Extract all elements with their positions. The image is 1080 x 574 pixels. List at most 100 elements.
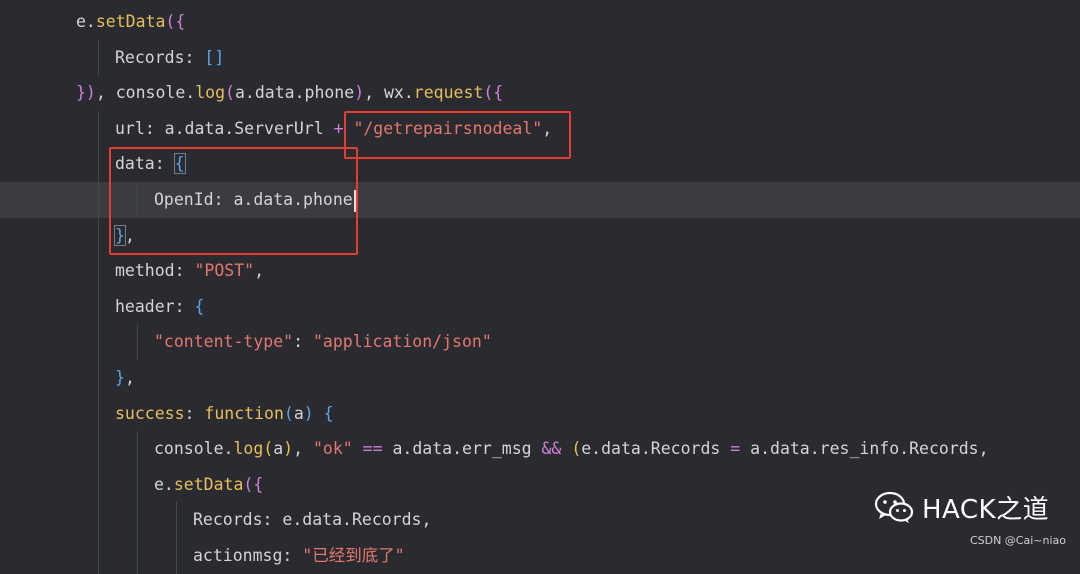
code-token: : [293, 332, 313, 352]
code-token: [] [204, 47, 225, 67]
csdn-credit: CSDN @Cai~niao [969, 534, 1066, 547]
code-token: }) [76, 83, 96, 103]
code-text: Records: e.data.Records, [193, 502, 431, 538]
code-token: "content-type" [154, 332, 294, 352]
code-token: a.data.res_info.Records, [740, 439, 989, 459]
code-token: { [323, 403, 334, 423]
code-token: } [115, 368, 125, 387]
code-token: "ok" [312, 439, 353, 459]
code-token: log [233, 439, 264, 459]
code-token: { [194, 296, 205, 316]
code-token: "application/json" [312, 332, 492, 352]
code-token: : e.data.Records, [262, 510, 432, 530]
code-text: e.setData({ [76, 4, 185, 40]
indent-guide [98, 39, 99, 76]
watermark: HACK之道 [874, 486, 1049, 528]
code-token: e. [76, 12, 96, 31]
code-token: ) [354, 83, 365, 103]
indent-guide [98, 253, 99, 290]
code-token: method [115, 261, 175, 281]
code-line[interactable]: method: "POST", [0, 253, 1080, 290]
code-editor[interactable]: e.setData({Records: []}), console.log(a.… [0, 0, 1080, 574]
code-line[interactable]: "content-type": "application/json" [0, 324, 1080, 361]
code-line[interactable]: e.setData({ [0, 4, 1080, 40]
indent-guide [98, 182, 99, 218]
code-token: url [115, 118, 145, 138]
code-token: success [115, 403, 185, 423]
indent-guide [176, 502, 177, 539]
code-text: header: { [115, 289, 204, 325]
code-token: a [273, 439, 284, 459]
code-token: header [115, 296, 175, 316]
indent-guide [98, 217, 99, 254]
code-text: console.log(a), "ok" == a.data.err_msg &… [154, 431, 989, 467]
code-token: a.data.phone [234, 83, 355, 103]
code-token: function [204, 403, 284, 423]
indent-guide [176, 538, 177, 574]
code-token: = [730, 439, 741, 459]
code-token: : [174, 261, 195, 281]
code-text: }), console.log(a.data.phone), wx.reques… [76, 75, 503, 111]
code-token: : [184, 47, 205, 67]
code-token: a [293, 403, 304, 423]
code-line[interactable]: Records: [] [0, 39, 1080, 76]
code-token: : [184, 403, 205, 423]
indent-guide [98, 110, 99, 147]
indent-guide [98, 431, 99, 468]
indent-guide [98, 288, 99, 325]
code-token: ) [303, 403, 314, 423]
code-text: success: function(a) { [115, 396, 334, 432]
code-line[interactable]: }), console.log(a.data.phone), wx.reques… [0, 75, 1080, 111]
code-token: ({ [165, 12, 186, 31]
indent-guide [98, 538, 99, 574]
code-token: ( [225, 83, 235, 103]
code-token: a.data.err_msg [392, 439, 542, 459]
code-token: log [195, 83, 226, 103]
code-token: Records [193, 510, 263, 530]
indent-guide [98, 360, 99, 396]
code-token: "已经到底了" [302, 546, 405, 565]
code-token: setData [95, 12, 166, 31]
code-text: "content-type": "application/json" [154, 324, 492, 360]
code-line[interactable]: success: function(a) { [0, 395, 1080, 432]
code-token: ( [283, 403, 294, 423]
indent-guide [98, 324, 99, 361]
code-line[interactable]: }, [0, 360, 1080, 396]
wechat-icon [874, 491, 914, 523]
code-text: Records: [] [115, 40, 224, 76]
code-token: e.data.Records [581, 439, 731, 459]
code-text: e.setData({ [154, 467, 263, 503]
code-token: ( [263, 439, 274, 459]
code-token: + [333, 118, 344, 138]
indent-guide [98, 395, 99, 432]
code-token: actionmsg [193, 546, 283, 565]
indent-guide [137, 466, 138, 503]
indent-guide [98, 502, 99, 539]
watermark-text: HACK之道 [922, 494, 1050, 525]
code-token: , [293, 439, 313, 459]
code-line[interactable]: console.log(a), "ok" == a.data.err_msg &… [0, 431, 1080, 468]
code-token: : a.data.ServerUrl [144, 118, 334, 138]
code-token: , console. [95, 83, 196, 103]
highlight-box-url [344, 111, 571, 159]
code-token: : [282, 546, 303, 565]
highlight-box-data [109, 147, 358, 255]
code-text: actionmsg: "已经到底了" [193, 538, 405, 574]
code-token: : [174, 296, 195, 316]
indent-guide [137, 324, 138, 361]
code-token: ) [283, 439, 294, 459]
code-token: Records [115, 47, 185, 67]
code-text: method: "POST", [115, 253, 264, 289]
code-token: == [352, 439, 393, 459]
code-line[interactable]: header: { [0, 288, 1080, 325]
indent-guide [137, 502, 138, 539]
code-token: ( [571, 439, 582, 459]
code-line[interactable]: actionmsg: "已经到底了" [0, 538, 1080, 574]
code-token: , [254, 261, 265, 281]
code-token: ({ [243, 474, 264, 494]
indent-guide [137, 431, 138, 468]
code-token: console. [154, 439, 234, 459]
indent-guide [98, 466, 99, 503]
